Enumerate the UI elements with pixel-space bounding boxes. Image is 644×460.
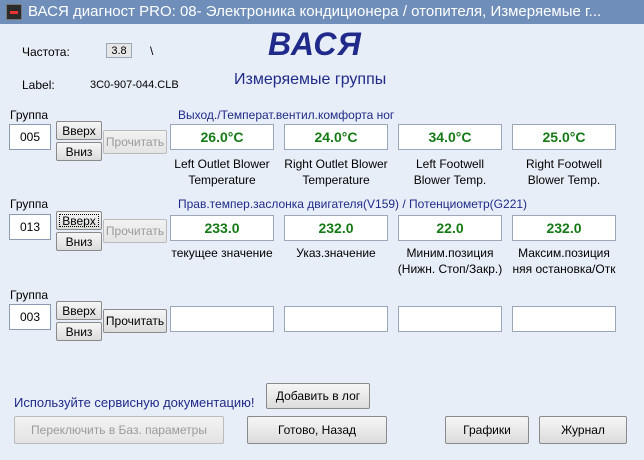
group-2-desc-3: Миним.позиция (Нижн. Стоп/Закр.) xyxy=(397,246,503,276)
graphs-button[interactable]: Графики xyxy=(445,416,529,444)
group-3-value-3 xyxy=(398,306,502,332)
title-bar: ВАСЯ диагност PRO: 08- Электроника конди… xyxy=(0,0,644,24)
group-3-value-2 xyxy=(284,306,388,332)
group-1-title: Выход./Температ.вентил.комфорта ног xyxy=(178,108,395,122)
group-2-down-button[interactable]: Вниз xyxy=(56,232,102,251)
group-1-read-button[interactable]: Прочитать xyxy=(103,130,167,154)
switch-basic-settings-button[interactable]: Переключить в Баз. параметры xyxy=(14,416,224,444)
group-3-number-input[interactable]: 003 xyxy=(9,304,51,330)
group-3-down-button[interactable]: Вниз xyxy=(56,322,102,341)
label-value: 3C0-907-044.CLB xyxy=(90,79,179,91)
group-1-value-3: 34.0°C xyxy=(398,124,502,150)
service-doc-notice: Используйте сервисную документацию! xyxy=(14,395,255,410)
done-back-button[interactable]: Готово, Назад xyxy=(247,416,387,444)
group-2-read-button[interactable]: Прочитать xyxy=(103,219,167,243)
app-icon xyxy=(6,4,22,20)
app-logo: ВАСЯ xyxy=(268,26,362,62)
main-panel: Частота: 3.8 \ Label: 3C0-907-044.CLB ВА… xyxy=(0,24,644,460)
group-1-desc-1: Left Outlet Blower Temperature xyxy=(174,157,270,187)
group-1-desc-4: Right Footwell Blower Temp. xyxy=(525,157,603,187)
group-3-label: Группа xyxy=(10,288,49,302)
group-3-up-button[interactable]: Вверх xyxy=(56,301,102,320)
group-1-down-button[interactable]: Вниз xyxy=(56,142,102,161)
frequency-value: 3.8 xyxy=(106,43,132,58)
group-3-value-1 xyxy=(170,306,274,332)
group-2-title: Прав.темпер.заслонка двигателя(V159) / П… xyxy=(178,197,528,211)
group-1-up-button[interactable]: Вверх xyxy=(56,121,102,140)
group-1-desc-3: Left Footwell Blower Temp. xyxy=(413,157,487,187)
group-1-value-4: 25.0°C xyxy=(512,124,616,150)
group-2-value-1: 233.0 xyxy=(170,215,274,241)
window-title: ВАСЯ диагност PRO: 08- Электроника конди… xyxy=(28,3,602,20)
group-2-desc-1: текущее значение xyxy=(171,246,273,260)
group-1-value-2: 24.0°C xyxy=(284,124,388,150)
group-2-desc-4: Максим.позиция няя остановка/Отк xyxy=(512,246,616,276)
group-3-value-4 xyxy=(512,306,616,332)
group-1-label: Группа xyxy=(10,108,49,122)
label-caption: Label: xyxy=(22,78,55,92)
group-2-value-2: 232.0 xyxy=(284,215,388,241)
group-3-read-button[interactable]: Прочитать xyxy=(103,309,167,333)
group-2-up-button[interactable]: Вверх xyxy=(56,211,102,230)
page-title: Измеряемые группы xyxy=(234,71,387,88)
add-to-log-button[interactable]: Добавить в лог xyxy=(266,383,370,409)
journal-button[interactable]: Журнал xyxy=(539,416,627,444)
group-2-value-4: 232.0 xyxy=(512,215,616,241)
activity-indicator: \ xyxy=(150,44,154,58)
frequency-label: Частота: xyxy=(22,45,70,59)
group-1-value-1: 26.0°C xyxy=(170,124,274,150)
group-1-number-input[interactable]: 005 xyxy=(9,124,51,150)
group-2-number-input[interactable]: 013 xyxy=(9,214,51,240)
group-2-value-3: 22.0 xyxy=(398,215,502,241)
group-2-label: Группа xyxy=(10,197,49,211)
group-1-desc-2: Right Outlet Blower Temperature xyxy=(284,157,388,187)
group-2-desc-2: Указ.значение xyxy=(296,246,376,260)
